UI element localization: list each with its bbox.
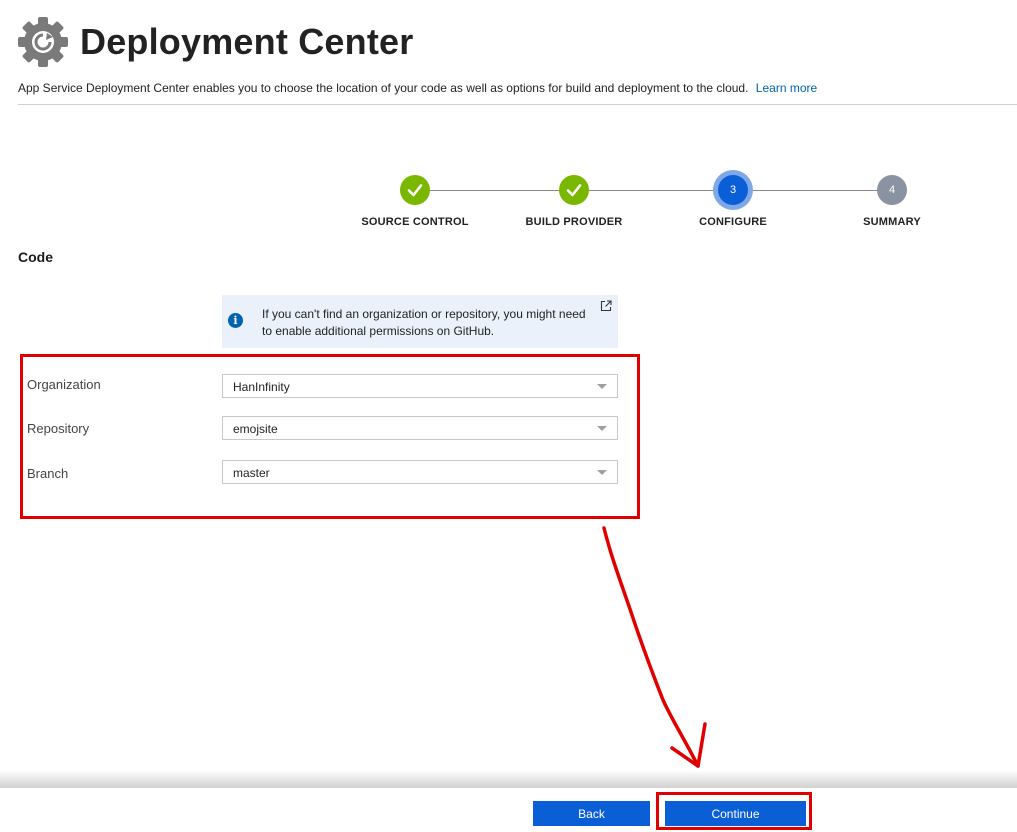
page-header: Deployment Center — [16, 12, 413, 72]
repository-dropdown[interactable]: emojsite — [222, 416, 618, 440]
info-text: If you can't find an organization or rep… — [262, 307, 586, 338]
learn-more-link[interactable]: Learn more — [756, 81, 817, 95]
step-number: 4 — [877, 175, 907, 205]
step-label: SUMMARY — [863, 216, 921, 228]
organization-label: Organization — [27, 377, 101, 392]
organization-dropdown[interactable]: HanInfinity — [222, 374, 618, 398]
repository-label: Repository — [27, 421, 90, 436]
step-source-control[interactable]: SOURCE CONTROL — [335, 170, 495, 228]
checkmark-icon — [400, 175, 430, 205]
page-title: Deployment Center — [80, 21, 414, 62]
chevron-down-icon — [597, 384, 607, 389]
back-button[interactable]: Back — [533, 801, 650, 826]
branch-dropdown[interactable]: master — [222, 460, 618, 484]
branch-value: master — [233, 466, 270, 480]
description-text: App Service Deployment Center enables yo… — [18, 81, 749, 95]
checkmark-icon — [559, 175, 589, 205]
step-label: SOURCE CONTROL — [361, 216, 469, 228]
branch-label: Branch — [27, 466, 69, 481]
organization-value: HanInfinity — [233, 380, 290, 394]
section-title: Code — [18, 249, 53, 265]
info-banner: i If you can't find an organization or r… — [222, 295, 618, 348]
step-configure[interactable]: 3 CONFIGURE — [653, 170, 813, 228]
step-summary[interactable]: 4 SUMMARY — [812, 170, 972, 228]
footer-shadow — [0, 770, 1017, 788]
footer-bar — [0, 788, 1017, 832]
header-divider — [18, 104, 1017, 105]
external-link-icon[interactable] — [600, 300, 612, 312]
gear-icon — [18, 17, 68, 67]
chevron-down-icon — [597, 426, 607, 431]
step-label: BUILD PROVIDER — [525, 216, 623, 228]
info-icon: i — [228, 313, 243, 328]
highlight-continue-annotation — [656, 792, 812, 830]
step-label: CONFIGURE — [699, 216, 767, 228]
chevron-down-icon — [597, 470, 607, 475]
page-description: App Service Deployment Center enables yo… — [18, 81, 817, 95]
step-number: 3 — [718, 175, 748, 205]
wizard-stepper: SOURCE CONTROL BUILD PROVIDER 3 CONFIGUR… — [0, 170, 1017, 240]
step-build-provider[interactable]: BUILD PROVIDER — [494, 170, 654, 228]
repository-value: emojsite — [233, 422, 278, 436]
